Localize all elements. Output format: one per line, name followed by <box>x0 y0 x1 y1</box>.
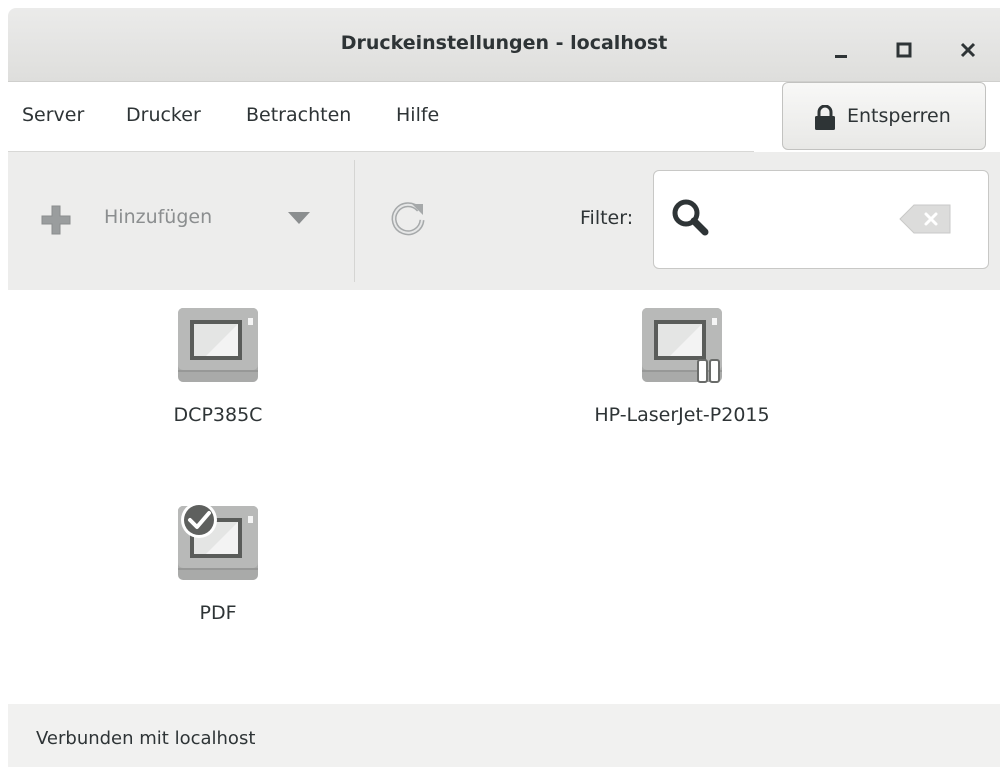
unlock-button-label: Entsperren <box>847 105 951 127</box>
add-printer-button[interactable]: Hinzufügen <box>38 200 328 240</box>
printer-item[interactable]: HP-LaserJet-P2015 <box>572 290 792 430</box>
printer-view: DCP385C HP-LaserJet-P2015 PDF <box>8 290 1000 767</box>
menu-drucker[interactable]: Drucker <box>126 104 201 126</box>
search-icon <box>672 199 709 236</box>
menu-betrachten[interactable]: Betrachten <box>246 104 351 126</box>
minimize-icon <box>835 55 847 58</box>
printer-item[interactable]: PDF <box>108 488 328 628</box>
maximize-icon <box>896 42 912 58</box>
menu-hilfe[interactable]: Hilfe <box>396 104 439 126</box>
refresh-icon <box>391 202 425 236</box>
printer-name: HP-LaserJet-P2015 <box>594 404 770 426</box>
refresh-button[interactable] <box>386 196 430 244</box>
printer-name: PDF <box>199 602 237 624</box>
toolbar: Hinzufügen Filter: <box>8 152 1000 290</box>
maximize-button[interactable] <box>884 32 924 72</box>
toolbar-separator <box>354 160 355 282</box>
filter-field[interactable] <box>653 170 989 269</box>
title-bar[interactable]: Druckeinstellungen - localhost <box>8 8 1000 82</box>
minimize-button[interactable] <box>821 32 861 72</box>
add-printer-label: Hinzufügen <box>104 206 213 228</box>
printer-icon <box>642 308 722 383</box>
lock-icon <box>815 105 835 130</box>
clear-icon <box>899 204 951 234</box>
menu-bar: Server Drucker Betrachten Hilfe <box>8 82 754 152</box>
printer-name: DCP385C <box>173 404 263 426</box>
printer-icon <box>178 308 258 382</box>
plus-icon <box>41 205 71 235</box>
status-bar: Verbunden mit localhost <box>8 704 1000 767</box>
dropdown-arrow-icon[interactable] <box>288 212 310 226</box>
close-button[interactable] <box>948 32 988 72</box>
filter-input[interactable] <box>718 201 888 237</box>
filter-label: Filter: <box>580 207 634 229</box>
close-icon <box>960 42 976 58</box>
status-text: Verbunden mit localhost <box>36 728 256 749</box>
unlock-button[interactable]: Entsperren <box>782 82 986 150</box>
menu-server[interactable]: Server <box>22 104 84 126</box>
default-check-icon <box>181 502 217 538</box>
printer-item[interactable]: DCP385C <box>108 290 328 430</box>
printer-icon <box>178 502 258 580</box>
